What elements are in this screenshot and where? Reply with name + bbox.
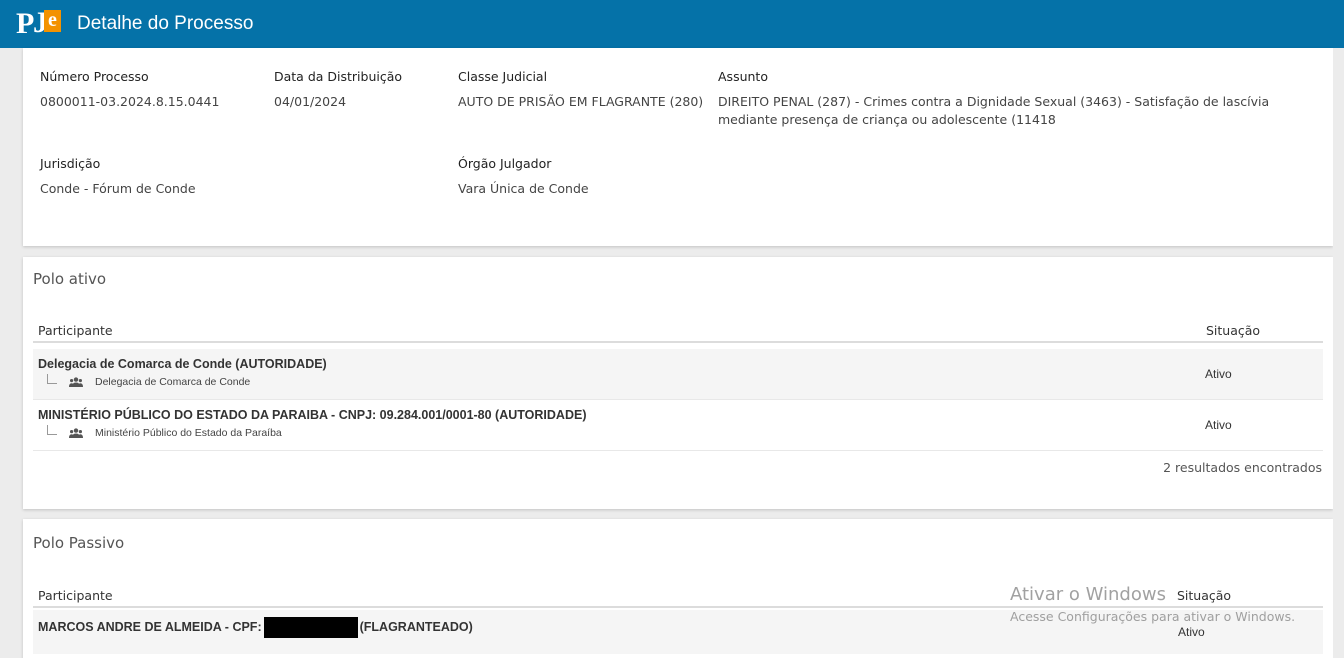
field-numero-value: 0800011-03.2024.8.15.0441 — [40, 94, 220, 109]
users-icon — [69, 428, 83, 438]
field-orgao: Órgão Julgador Vara Única de Conde — [458, 156, 589, 198]
participant-status: Ativo — [1178, 625, 1205, 639]
participant-status: Ativo — [1205, 367, 1232, 381]
table-row[interactable]: Delegacia de Comarca de Conde (AUTORIDAD… — [33, 349, 1323, 400]
field-jurisdicao-value: Conde - Fórum de Conde — [40, 181, 196, 196]
field-assunto-label: Assunto — [718, 69, 768, 84]
field-numero-label: Número Processo — [40, 69, 149, 84]
field-orgao-label: Órgão Julgador — [458, 156, 552, 171]
field-jurisdicao: Jurisdição Conde - Fórum de Conde — [40, 156, 196, 198]
participant-subname: Delegacia de Comarca de Conde — [95, 376, 251, 388]
participant-sub: Ministério Público do Estado da Paraíba — [47, 425, 282, 439]
tree-connector — [47, 425, 57, 435]
participant-subname: Ministério Público do Estado da Paraíba — [95, 427, 282, 439]
field-classe: Classe Judicial AUTO DE PRISÃO EM FLAGRA… — [458, 69, 703, 111]
tree-connector — [47, 374, 57, 384]
process-info-card: Número Processo 0800011-03.2024.8.15.044… — [23, 48, 1333, 246]
field-orgao-value: Vara Única de Conde — [458, 181, 589, 196]
top-bar: P J e Detalhe do Processo — [0, 0, 1344, 48]
participant-name-suffix: (FLAGRANTEADO) — [359, 619, 473, 634]
windows-activation-watermark: Ativar o Windows Acesse Configurações pa… — [1010, 584, 1295, 624]
participant-sub: Delegacia de Comarca de Conde — [47, 374, 250, 388]
col-participante[interactable]: Participante — [38, 588, 113, 603]
redacted-cpf — [263, 617, 358, 638]
field-data-label: Data da Distribuição — [274, 69, 403, 84]
users-icon — [69, 377, 83, 387]
participant-status: Ativo — [1205, 418, 1232, 432]
polo-ativo-title: Polo ativo — [33, 270, 107, 288]
polo-passivo-title: Polo Passivo — [33, 534, 125, 552]
watermark-subtitle: Acesse Configurações para ativar o Windo… — [1010, 609, 1296, 624]
polo-ativo-card: Polo ativo Participante Situação Delegac… — [23, 257, 1333, 509]
table-row[interactable]: MINISTÉRIO PÚBLICO DO ESTADO DA PARAIBA … — [33, 400, 1323, 451]
field-numero: Número Processo 0800011-03.2024.8.15.044… — [40, 69, 219, 111]
field-assunto: Assunto DIREITO PENAL (287) - Crimes con… — [718, 69, 1313, 129]
watermark-title: Ativar o Windows — [1010, 584, 1166, 605]
field-jurisdicao-label: Jurisdição — [40, 156, 101, 171]
field-data-value: 04/01/2024 — [274, 94, 347, 109]
pje-logo[interactable]: P J e — [0, 0, 62, 48]
participant-name-prefix: MARCOS ANDRE DE ALMEIDA - CPF: — [38, 619, 262, 634]
results-count: 2 resultados encontrados — [1163, 460, 1322, 475]
field-assunto-value: DIREITO PENAL (287) - Crimes contra a Di… — [718, 94, 1270, 127]
field-classe-value: AUTO DE PRISÃO EM FLAGRANTE (280) — [458, 94, 704, 109]
col-situacao[interactable]: Situação — [1206, 323, 1260, 338]
participant-name[interactable]: Delegacia de Comarca de Conde (AUTORIDAD… — [38, 357, 327, 371]
polo-ativo-table-header: Participante Situação — [33, 317, 1323, 343]
page-scroll-strip[interactable] — [1333, 48, 1344, 658]
participant-name[interactable]: MINISTÉRIO PÚBLICO DO ESTADO DA PARAIBA … — [38, 408, 587, 422]
page-title: Detalhe do Processo — [77, 13, 254, 34]
participant-name[interactable]: MARCOS ANDRE DE ALMEIDA - CPF: (FLAGRANTE… — [38, 617, 473, 638]
field-data-distribuicao: Data da Distribuição 04/01/2024 — [274, 69, 402, 111]
col-participante[interactable]: Participante — [38, 323, 113, 338]
field-classe-label: Classe Judicial — [458, 69, 548, 84]
